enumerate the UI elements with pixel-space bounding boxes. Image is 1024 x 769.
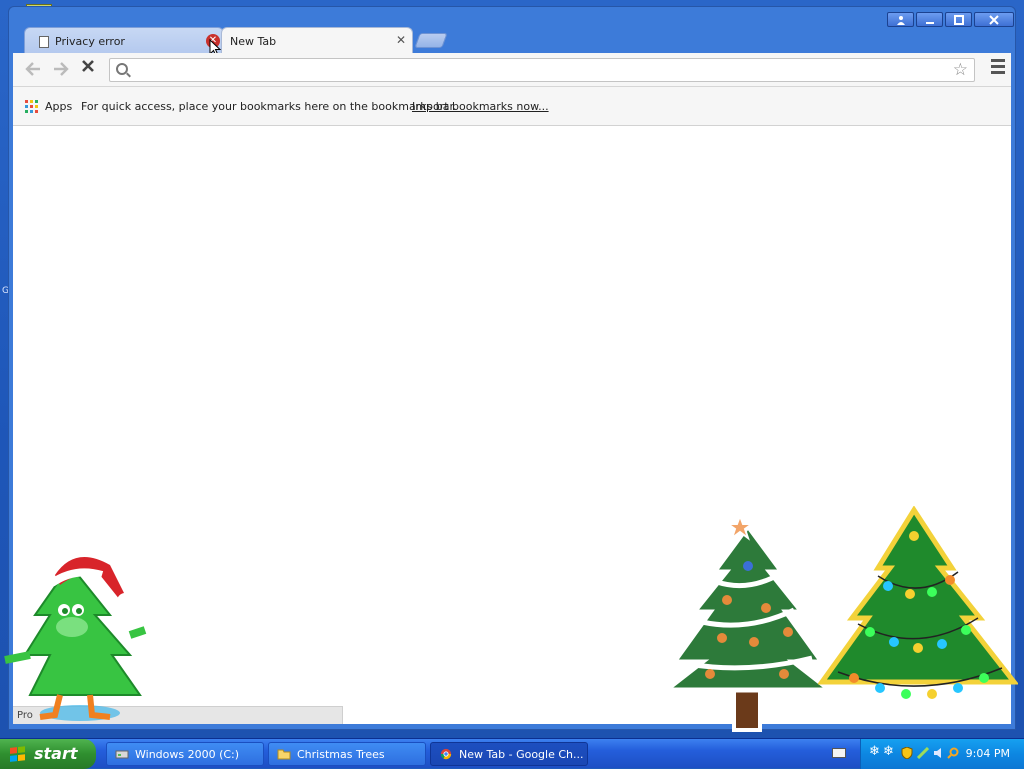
apps-shortcut[interactable]: Apps (45, 100, 72, 113)
magnifier-icon[interactable] (947, 747, 959, 759)
minimize-button[interactable] (916, 12, 943, 27)
chrome-icon (440, 748, 452, 760)
drive-icon (115, 750, 129, 759)
taskbar-button-label: Windows 2000 (C:) (135, 747, 240, 761)
tab-new-tab[interactable]: New Tab ✕ (221, 27, 413, 55)
snowflake-icon[interactable]: ❄ (883, 744, 895, 759)
clock: 9:04 PM (965, 747, 1010, 760)
start-button[interactable]: start (0, 739, 96, 769)
toolbar: ☆ (13, 53, 1011, 87)
folder-icon (277, 749, 291, 760)
start-label: start (34, 744, 78, 763)
tab-privacy-error[interactable]: Privacy error ✕ (24, 27, 224, 55)
close-window-button[interactable] (974, 12, 1014, 27)
bookmarks-bar: Apps For quick access, place your bookma… (13, 87, 1011, 126)
christmas-tree-decoration (662, 513, 834, 732)
taskbar: start Windows 2000 (C:) Christmas Trees … (0, 738, 1024, 769)
forward-arrow-icon[interactable] (53, 61, 69, 80)
taskbar-button-windows-2000[interactable]: Windows 2000 (C:) (106, 742, 264, 766)
search-icon (116, 63, 128, 75)
new-tab-button[interactable] (414, 33, 448, 48)
snowflake-icon[interactable]: ❄ (869, 744, 881, 759)
tab-title: Privacy error (55, 35, 125, 48)
user-icon[interactable] (887, 12, 914, 27)
back-arrow-icon[interactable] (25, 61, 41, 80)
windows-logo-icon (10, 746, 26, 762)
stop-loading-icon[interactable] (81, 58, 95, 78)
volume-icon[interactable] (933, 747, 945, 759)
apps-grid-icon[interactable] (25, 100, 38, 113)
taskbar-button-chrome[interactable]: New Tab - Google Ch... (430, 742, 588, 766)
maximize-button[interactable] (945, 12, 972, 27)
title-bar[interactable]: Privacy error ✕ New Tab ✕ (9, 7, 1015, 57)
lit-christmas-tree-decoration (818, 506, 1018, 699)
keyboard-icon[interactable] (832, 748, 846, 758)
tab-title: New Tab (230, 35, 277, 48)
close-tab-icon[interactable]: ✕ (396, 33, 406, 47)
network-icon[interactable] (917, 747, 929, 759)
taskbar-button-label: New Tab - Google Ch... (459, 747, 584, 761)
chrome-menu-icon[interactable] (991, 59, 1005, 77)
import-bookmarks-link[interactable]: Import bookmarks now... (412, 100, 549, 113)
shield-icon[interactable] (901, 747, 913, 759)
tree-mascot-decoration (4, 557, 147, 721)
bookmarks-hint-text: For quick access, place your bookmarks h… (81, 100, 457, 113)
system-tray: ❄ ❄ 9:04 PM (860, 739, 1024, 769)
taskbar-button-christmas-trees[interactable]: Christmas Trees (268, 742, 426, 766)
taskbar-button-label: Christmas Trees (297, 747, 385, 761)
bookmark-star-icon[interactable]: ☆ (953, 60, 968, 80)
page-icon (39, 35, 49, 48)
omnibox-input[interactable]: ☆ (109, 58, 975, 82)
